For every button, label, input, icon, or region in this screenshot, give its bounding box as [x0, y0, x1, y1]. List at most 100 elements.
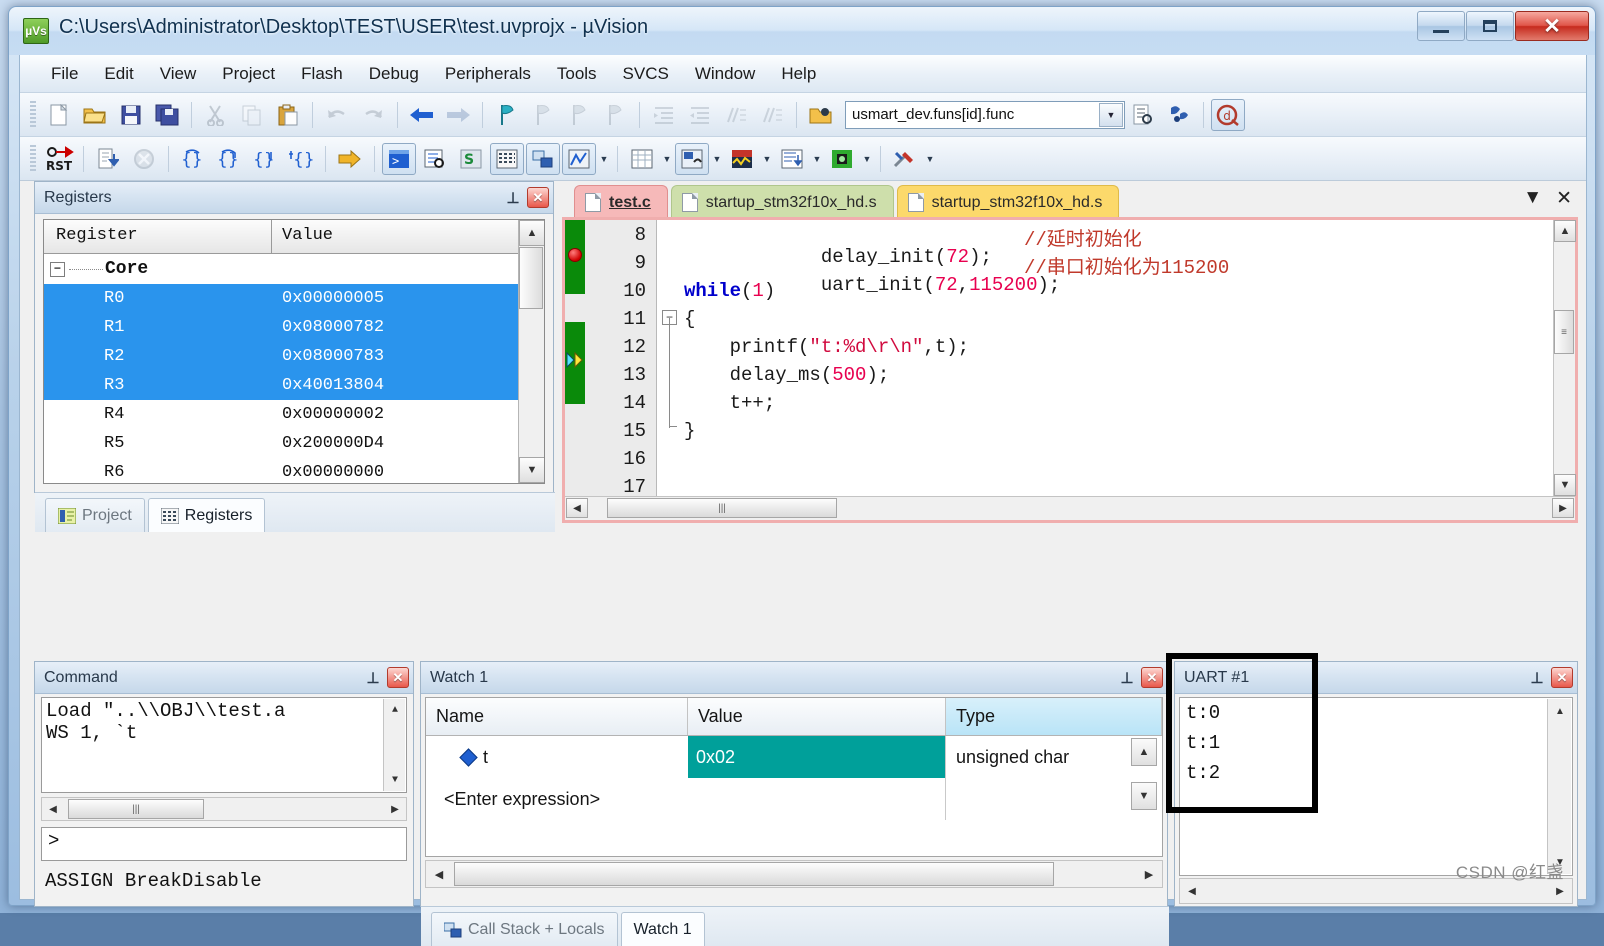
sidebar-tab-registers[interactable]: Registers [148, 498, 266, 532]
show-next-statement-icon[interactable] [333, 143, 367, 175]
redo-icon[interactable] [356, 99, 390, 131]
chevron-down-icon[interactable]: ▼ [760, 144, 774, 174]
column-header-register[interactable]: Register [44, 220, 272, 253]
register-row-r5[interactable]: R5 0x200000D4 [44, 429, 518, 458]
bookmark-toggle-icon[interactable] [490, 99, 524, 131]
tab-list-dropdown-icon[interactable]: ▼ [1523, 187, 1542, 210]
scroll-up-icon[interactable]: ▲ [519, 220, 545, 246]
scroll-down-icon[interactable]: ▼ [1554, 474, 1576, 496]
scroll-right-icon[interactable]: ▶ [1550, 881, 1570, 901]
outdent-icon[interactable] [683, 99, 717, 131]
scrollbar-thumb[interactable] [454, 862, 1054, 886]
search-combo[interactable]: usmart_dev.funs[id].func ▼ [845, 101, 1125, 129]
menu-view[interactable]: View [147, 60, 210, 88]
toolbar-grip[interactable] [30, 145, 36, 173]
menu-file[interactable]: File [38, 60, 91, 88]
menu-debug[interactable]: Debug [356, 60, 432, 88]
scrollbar-thumb[interactable]: ||| [607, 498, 837, 518]
register-row-r4[interactable]: R4 0x00000002 [44, 400, 518, 429]
text-search-icon[interactable] [1126, 99, 1160, 131]
watch-name-cell[interactable]: t [426, 747, 688, 768]
column-header-name[interactable]: Name [426, 698, 688, 735]
breakpoint-dot-icon[interactable] [568, 248, 582, 262]
scroll-right-icon[interactable]: ▶ [385, 799, 405, 819]
scroll-down-icon[interactable]: ▼ [519, 457, 545, 483]
editor-horizontal-scrollbar[interactable]: ◀ ||| ▶ [565, 496, 1575, 520]
close-button[interactable]: ✕ [1515, 11, 1589, 41]
save-icon[interactable] [114, 99, 148, 131]
pin-icon[interactable]: ⊥ [1117, 669, 1137, 687]
registers-group-core[interactable]: − Core [44, 254, 518, 284]
registers-window-icon[interactable] [490, 143, 524, 175]
register-row-r3[interactable]: R3 0x40013804 [44, 371, 518, 400]
code-editor[interactable]: 8 9 10 11 12 13 14 15 16 17 18 − [562, 217, 1578, 523]
register-row-r2[interactable]: R2 0x08000783 [44, 342, 518, 371]
step-over-icon[interactable]: {} [212, 143, 246, 175]
new-file-icon[interactable] [42, 99, 76, 131]
chevron-down-icon[interactable]: ▼ [860, 144, 874, 174]
code-text-area[interactable]: delay_init(72); //延时初始化 uart_init(72,115… [684, 220, 1553, 496]
save-all-icon[interactable] [150, 99, 184, 131]
watch-grid[interactable]: Name Value Type t 0x02 unsigned char <En… [425, 697, 1163, 857]
uart-vertical-scrollbar[interactable]: ▲ ▼ [1547, 699, 1571, 874]
watch-value-cell[interactable]: 0x02 [688, 736, 946, 778]
editor-tab-test-c[interactable]: test.c [574, 185, 668, 219]
tree-collapse-icon[interactable]: − [50, 262, 65, 277]
scrollbar-thumb[interactable]: ||| [68, 799, 204, 819]
uart-output[interactable]: t:0 t:1 t:2 ▲ ▼ [1179, 697, 1573, 876]
editor-margin[interactable] [565, 220, 585, 520]
fold-column[interactable]: − [658, 220, 684, 520]
menu-svcs[interactable]: SVCS [610, 60, 682, 88]
navigate-forward-icon[interactable] [441, 99, 475, 131]
scroll-left-icon[interactable]: ◀ [43, 799, 63, 819]
uncomment-icon[interactable] [755, 99, 789, 131]
indent-icon[interactable] [647, 99, 681, 131]
chevron-down-icon[interactable]: ▼ [660, 144, 674, 174]
scroll-left-icon[interactable]: ◀ [427, 862, 451, 886]
command-input[interactable]: > [41, 827, 407, 861]
chevron-down-icon[interactable]: ▼ [710, 144, 724, 174]
undo-icon[interactable] [320, 99, 354, 131]
pin-icon[interactable]: ⊥ [363, 669, 383, 687]
run-icon[interactable] [91, 143, 125, 175]
watch-value-cell[interactable] [688, 778, 946, 820]
register-row-r6[interactable]: R6 0x00000000 [44, 458, 518, 483]
pin-icon[interactable]: ⊥ [503, 189, 523, 207]
find-in-files-icon[interactable] [804, 99, 838, 131]
pin-icon[interactable]: ⊥ [1527, 669, 1547, 687]
menu-edit[interactable]: Edit [91, 60, 146, 88]
command-output[interactable]: Load "..\\OBJ\\test.a WS 1, `t ▲ ▼ [41, 697, 407, 793]
bookmark-clear-icon[interactable] [598, 99, 632, 131]
menu-help[interactable]: Help [768, 60, 829, 88]
minimize-button[interactable] [1417, 11, 1465, 41]
command-vertical-scrollbar[interactable]: ▲ ▼ [383, 699, 405, 791]
menu-tools[interactable]: Tools [544, 60, 610, 88]
symbols-window-icon[interactable]: S [454, 143, 488, 175]
toolbar-grip[interactable] [30, 101, 36, 129]
scrollbar-thumb[interactable]: ≡ [1554, 310, 1574, 354]
watch-horizontal-scrollbar[interactable]: ◀ ▶ [425, 860, 1163, 888]
scroll-right-icon[interactable]: ▶ [1137, 862, 1161, 886]
scrollbar-thumb[interactable] [519, 247, 543, 309]
scroll-up-icon[interactable]: ▲ [1131, 738, 1157, 766]
close-icon[interactable]: ✕ [387, 667, 409, 688]
column-header-type[interactable]: Type [946, 698, 1162, 735]
scroll-up-icon[interactable]: ▲ [1554, 220, 1576, 242]
menu-window[interactable]: Window [682, 60, 768, 88]
watch-window-icon[interactable] [562, 143, 596, 175]
close-icon[interactable]: ✕ [1141, 667, 1163, 688]
stop-icon[interactable] [127, 143, 161, 175]
command-horizontal-scrollbar[interactable]: ◀ ||| ▶ [41, 797, 407, 821]
paste-icon[interactable] [271, 99, 305, 131]
editor-vertical-scrollbar[interactable]: ▲ ≡ ▼ [1553, 220, 1575, 496]
cut-icon[interactable] [199, 99, 233, 131]
step-icon[interactable]: {} [176, 143, 210, 175]
watch-enter-expression[interactable]: <Enter expression> [426, 789, 688, 810]
menu-project[interactable]: Project [209, 60, 288, 88]
scroll-down-icon[interactable]: ▼ [384, 769, 406, 791]
memory-window-icon[interactable] [625, 143, 659, 175]
scroll-up-icon[interactable]: ▲ [1548, 699, 1572, 723]
comment-icon[interactable] [719, 99, 753, 131]
scroll-left-icon[interactable]: ◀ [1182, 881, 1202, 901]
chevron-down-icon[interactable]: ▼ [810, 144, 824, 174]
